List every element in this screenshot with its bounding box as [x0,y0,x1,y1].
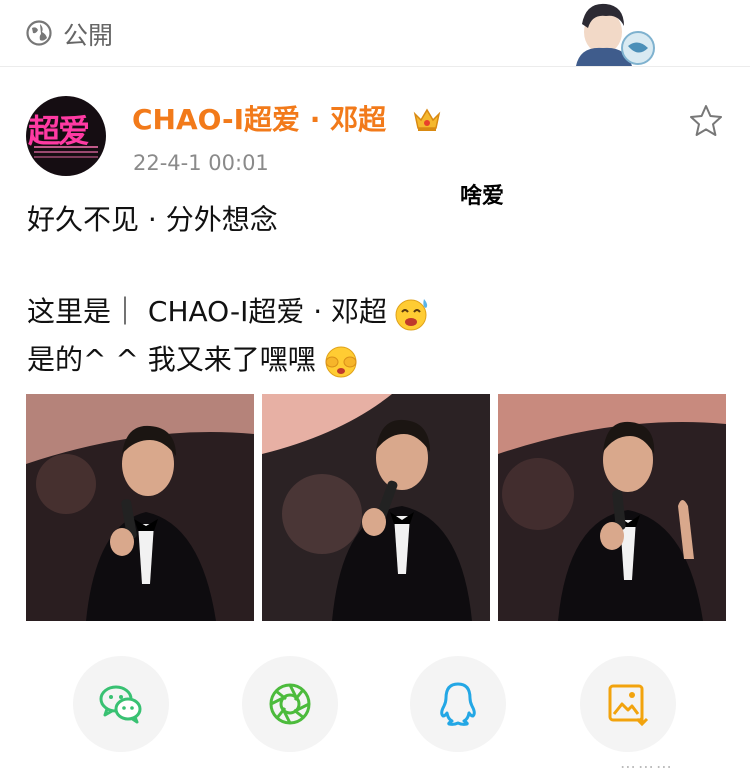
post-text-line-2: 这里是｜ CHAO-I超爱 · 邓超 [27,290,433,331]
share-moments-button[interactable] [242,656,338,752]
wechat-icon [99,685,142,724]
post-photo-3[interactable] [498,394,726,621]
user-avatar-sticker[interactable] [566,2,661,66]
star-outline-icon[interactable] [688,103,724,139]
post-text-line-3: 是的^ ^ 我又来了嘿嘿 [27,338,360,378]
post-photo-1[interactable] [26,394,254,621]
share-wechat-button[interactable] [73,656,169,752]
save-image-button[interactable] [580,656,676,752]
globe-icon [26,20,52,46]
visibility-label[interactable]: 公開 [63,16,113,52]
post-photo-2[interactable] [262,394,490,621]
post-text-line-1: 好久不见 · 分外想念 [27,203,278,236]
moments-icon [269,683,311,725]
shy-face-emoji-icon [325,346,357,378]
top-bar: 公開 [0,0,750,67]
avatar-logo-decoration [34,146,98,148]
post-timestamp: 22-4-1 00:01 [133,151,269,175]
qq-icon [440,682,476,726]
overlay-caption: 啥爱 [460,184,505,209]
share-qq-button[interactable] [410,656,506,752]
crown-icon [413,108,441,131]
sweat-laugh-emoji-icon [395,299,428,331]
save-image-icon [608,684,649,727]
author-avatar[interactable]: 超爱 [26,96,106,176]
watermark-dots: ⋯⋯⋯ [620,757,674,776]
author-username[interactable]: CHAO-I超爱 · 邓超 [132,98,386,138]
